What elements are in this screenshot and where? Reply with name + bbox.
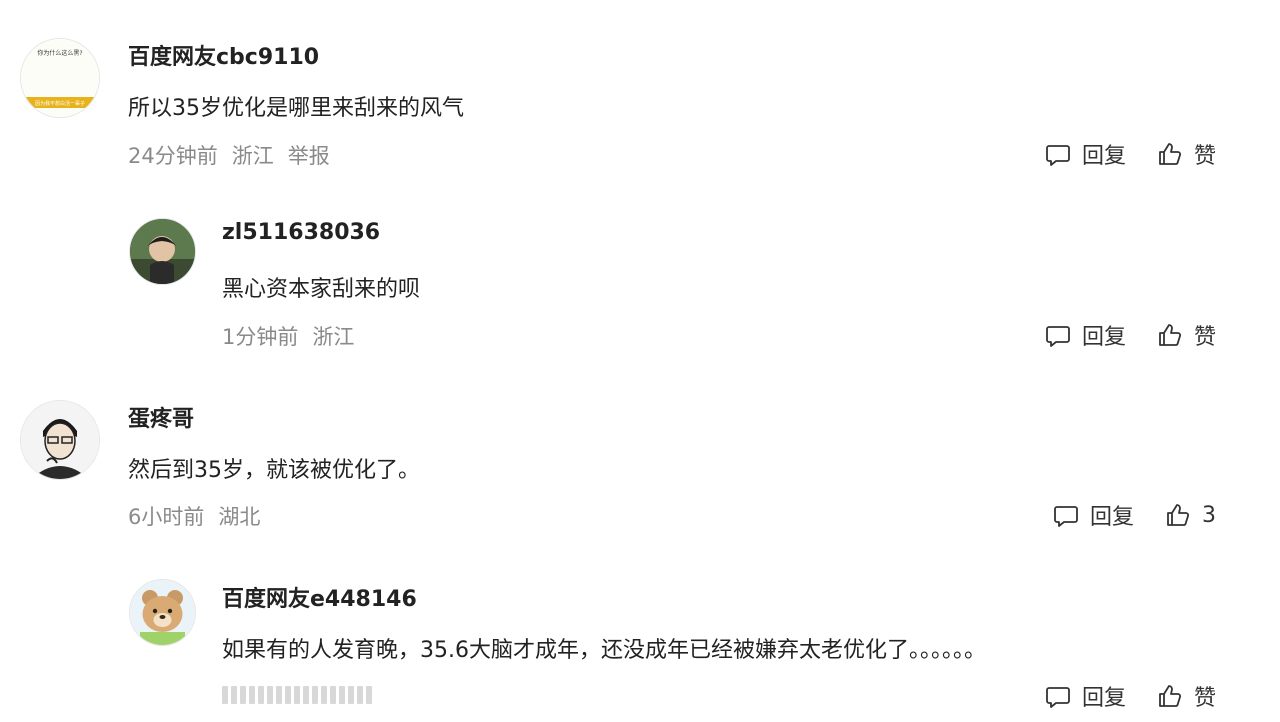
timestamp: 6小时前 — [128, 505, 205, 529]
comment-text: 然后到35岁，就该被优化了。 — [128, 458, 420, 483]
avatar[interactable] — [129, 579, 196, 646]
comment-text: 如果有的人发育晚，35.6大脑才成年，还没成年已经被嫌弃太老优化了。。。。。。 — [222, 638, 986, 663]
like-button[interactable]: 3 — [1164, 501, 1216, 529]
avatar-image — [21, 401, 99, 479]
like-button[interactable]: 赞 — [1156, 680, 1216, 712]
blurred-meta — [222, 686, 372, 704]
thumbs-up-icon — [1159, 143, 1182, 165]
location: 湖北 — [218, 505, 261, 529]
comment-actions: 回复 3 — [1052, 499, 1216, 531]
location: 浙江 — [312, 325, 355, 349]
reply-label: 回复 — [1081, 325, 1126, 350]
comment-actions: 回复 赞 — [1044, 138, 1216, 170]
comment-actions: 回复 赞 — [1044, 319, 1216, 351]
reply-button[interactable]: 回复 — [1052, 499, 1134, 531]
avatar[interactable] — [129, 218, 196, 285]
comment-text: 所以35岁优化是哪里来刮来的风气 — [128, 96, 464, 121]
like-button[interactable]: 赞 — [1156, 319, 1216, 351]
like-label: 赞 — [1193, 686, 1216, 711]
like-label: 赞 — [1193, 144, 1216, 169]
reply-label: 回复 — [1081, 144, 1126, 169]
reply-label: 回复 — [1081, 686, 1126, 711]
comment-bubble-icon — [1054, 506, 1078, 527]
comment-text: 黑心资本家刮来的呗 — [222, 277, 421, 302]
report-link[interactable]: 举报 — [288, 140, 330, 170]
comment-bubble-icon — [1046, 326, 1070, 347]
avatar-image — [130, 219, 195, 284]
location: 浙江 — [231, 144, 274, 168]
thumbs-up-icon — [1167, 504, 1190, 526]
comment-meta: 6小时前 湖北 — [128, 501, 260, 531]
avatar-caption-bottom: 因为我不想白活一辈子 — [35, 100, 85, 107]
comment-meta: 1分钟前 浙江 — [222, 321, 354, 351]
thumbs-up-icon — [1159, 685, 1182, 707]
reply-button[interactable]: 回复 — [1044, 319, 1126, 351]
timestamp: 1分钟前 — [222, 325, 299, 349]
comment-bubble-icon — [1046, 687, 1070, 708]
username[interactable]: 蛋疼哥 — [128, 401, 194, 433]
reply-button[interactable]: 回复 — [1044, 680, 1126, 712]
reply-label: 回复 — [1089, 505, 1134, 530]
avatar[interactable]: 你为什么这么黑? 因为我不想白活一辈子 — [20, 38, 100, 118]
reply-button[interactable]: 回复 — [1044, 138, 1126, 170]
avatar-image — [130, 580, 195, 645]
avatar-caption-top: 你为什么这么黑? — [37, 49, 82, 57]
thumbs-up-icon — [1159, 324, 1182, 346]
comment-actions: 回复 赞 — [1044, 680, 1216, 712]
username[interactable]: zl511638036 — [222, 220, 380, 245]
timestamp: 24分钟前 — [128, 144, 218, 168]
avatar-image: 你为什么这么黑? 因为我不想白活一辈子 — [21, 39, 99, 117]
username[interactable]: 百度网友cbc9110 — [128, 39, 319, 71]
comment-meta: 24分钟前 浙江 举报 — [128, 140, 330, 170]
username[interactable]: 百度网友e448146 — [222, 581, 417, 613]
like-button[interactable]: 赞 — [1156, 138, 1216, 170]
comment-bubble-icon — [1046, 145, 1070, 166]
avatar[interactable] — [20, 400, 100, 480]
like-label: 赞 — [1193, 325, 1216, 350]
like-count: 3 — [1202, 502, 1216, 528]
